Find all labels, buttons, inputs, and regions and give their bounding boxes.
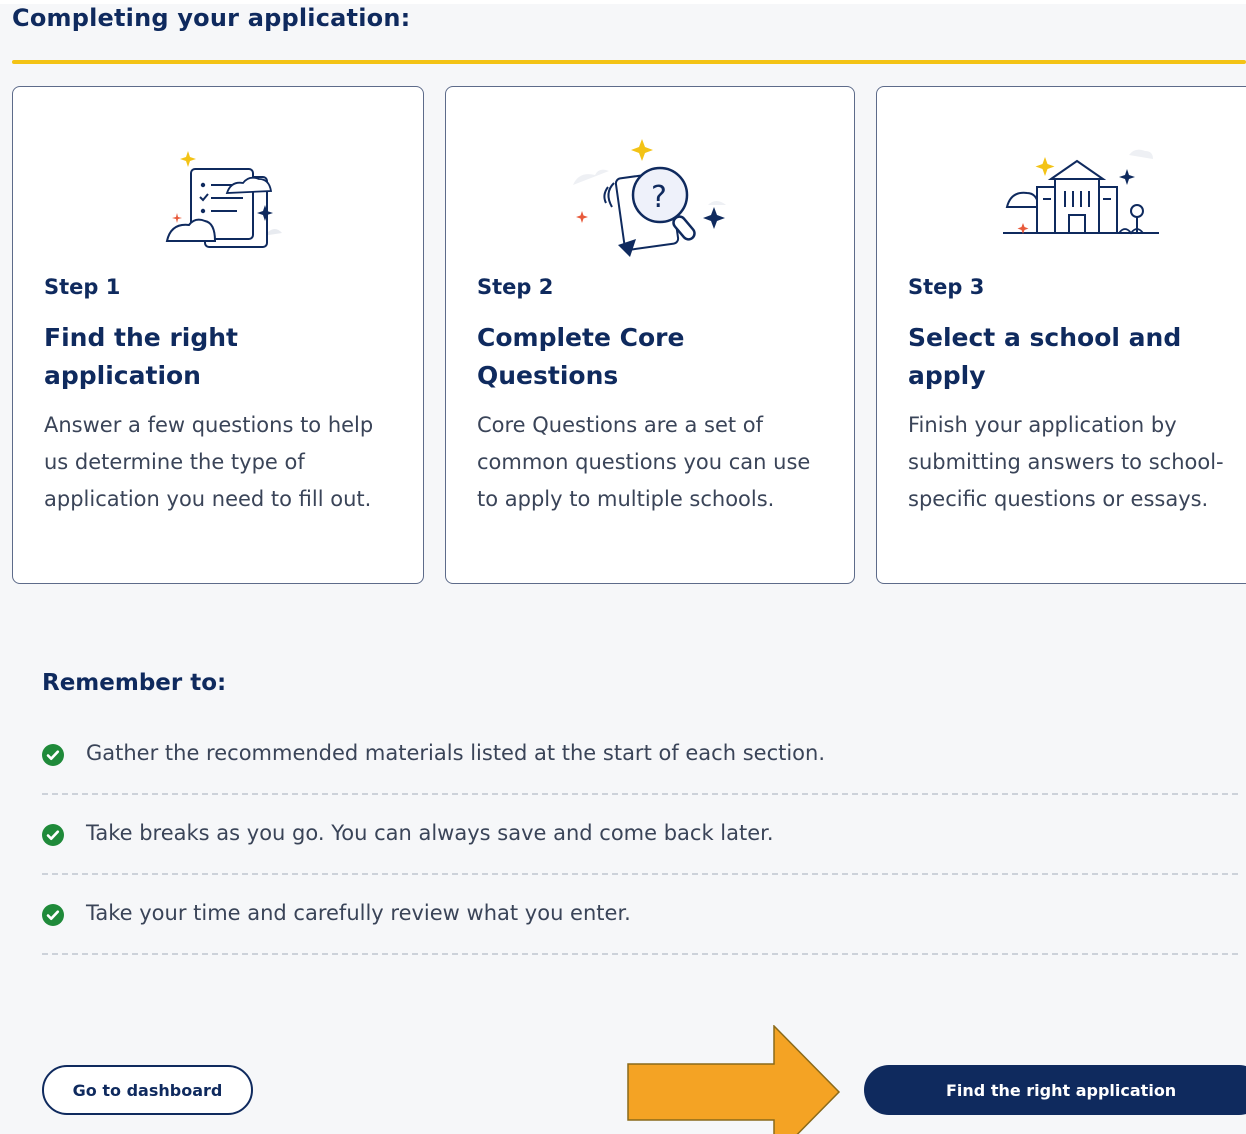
go-to-dashboard-button[interactable]: Go to dashboard [42,1065,253,1115]
list-item: Gather the recommended materials listed … [42,715,1238,795]
checklist-illustration-icon [165,151,282,248]
step-card-3: Step 3 Select a school and apply Finish … [876,86,1246,584]
step-label: Step 3 [908,275,985,299]
step-label: Step 1 [44,275,121,299]
check-circle-icon [42,904,64,926]
list-item: Take breaks as you go. You can always sa… [42,795,1238,875]
step-label: Step 2 [477,275,554,299]
check-circle-icon [42,744,64,766]
step-card-2: ? Step 2 Complete Core Questions Core Qu… [445,86,855,584]
step-description: Answer a few questions to help us determ… [44,413,374,511]
find-right-application-button[interactable]: Find the right application [864,1065,1246,1115]
reminder-text: Take your time and carefully review what… [86,901,631,925]
reminder-text: Take breaks as you go. You can always sa… [86,821,774,845]
remember-heading: Remember to: [42,670,227,696]
arrow-right-icon [627,1025,841,1134]
step-title: Select a school and apply [908,323,1182,390]
reminder-list: Gather the recommended materials listed … [42,715,1238,955]
step-description: Finish your application by submitting an… [908,413,1224,511]
school-building-illustration-icon [1003,149,1159,235]
check-circle-icon [42,824,64,846]
svg-text:?: ? [651,180,667,215]
step-card-1: Step 1 Find the right application Answer… [12,86,424,584]
page-title: Completing your application: [12,4,411,32]
step-description: Core Questions are a set of common quest… [477,413,811,511]
step-title: Find the right application [44,323,238,390]
list-item: Take your time and carefully review what… [42,875,1238,955]
step-title: Complete Core Questions [477,323,685,390]
question-magnifier-illustration-icon: ? [573,139,726,257]
heading-divider [12,60,1246,64]
reminder-text: Gather the recommended materials listed … [86,741,826,765]
